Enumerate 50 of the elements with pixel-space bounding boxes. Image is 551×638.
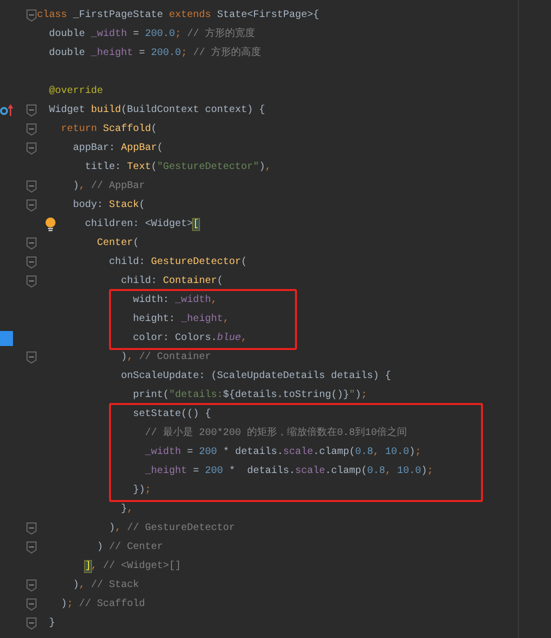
code-line: ), // AppBar	[72, 180, 146, 194]
code-line: Center(	[96, 236, 140, 251]
code-line: class _FirstPageState extends State<FirstPage>{	[37, 8, 320, 23]
code-line: children: <Widget>[	[84, 218, 200, 232]
fold-icon[interactable]	[26, 579, 37, 592]
code-line: // 最小是 200*200 的矩形，缩放倍数在0.8到10倍之间	[144, 426, 408, 441]
code-line: return Scaffold(	[60, 122, 158, 137]
code-line: },	[120, 502, 134, 517]
gutter-marker-icon[interactable]	[0, 331, 13, 346]
code-line: child: GestureDetector(	[108, 256, 248, 270]
code-line: });	[132, 484, 152, 498]
code-line: ); // Scaffold	[60, 598, 146, 612]
lightbulb-icon[interactable]	[45, 217, 56, 232]
code-line: title: Text("GestureDetector"),	[84, 160, 272, 175]
fold-icon[interactable]	[26, 237, 37, 250]
fold-icon[interactable]	[26, 104, 37, 117]
code-line: double _width = 200.0; // 方形的宽度	[48, 26, 256, 42]
code-line: _height = 200 * details.scale.clamp(0.8, 10.0);	[144, 464, 434, 479]
fold-icon[interactable]	[26, 617, 37, 630]
code-line: ), // GestureDetector	[108, 522, 236, 536]
code-line: ], // <Widget>[]	[84, 560, 182, 574]
code-line: onScaleUpdate: (ScaleUpdateDetails details) {	[120, 370, 392, 384]
fold-icon[interactable]	[26, 9, 37, 22]
code-line: appBar: AppBar(	[72, 142, 164, 156]
code-line: setState(() {	[132, 408, 212, 422]
code-line: @override	[48, 84, 104, 99]
code-line: ) // Center	[96, 540, 164, 555]
code-line: ), // Container	[120, 350, 212, 365]
code-line: double _height = 200.0; // 方形的高度	[48, 46, 262, 61]
code-line: color: Colors.blue,	[132, 332, 248, 346]
code-line: body: Stack(	[72, 198, 146, 213]
code-line: height: _height,	[132, 312, 230, 327]
circle-up-arrow-icon[interactable]	[0, 104, 13, 117]
fold-icon[interactable]	[26, 598, 37, 611]
fold-icon[interactable]	[26, 256, 37, 269]
fold-icon[interactable]	[26, 275, 37, 288]
fold-icon[interactable]	[26, 123, 37, 136]
fold-icon[interactable]	[26, 199, 37, 212]
code-line: child: Container(	[120, 274, 224, 289]
fold-icon[interactable]	[26, 522, 37, 535]
fold-icon[interactable]	[26, 351, 37, 364]
code-line: _width = 200 * details.scale.clamp(0.8, 10.0);	[144, 446, 422, 460]
fold-icon[interactable]	[26, 541, 37, 554]
code-line: }	[48, 616, 56, 631]
code-line: ), // Stack	[72, 578, 140, 593]
code-line: print("details:${details.toString()}");	[132, 388, 368, 403]
code-line: Widget build(BuildContext context) {	[48, 104, 266, 118]
fold-icon[interactable]	[26, 142, 37, 155]
code-line: width: _width,	[132, 294, 218, 308]
fold-icon[interactable]	[26, 180, 37, 193]
